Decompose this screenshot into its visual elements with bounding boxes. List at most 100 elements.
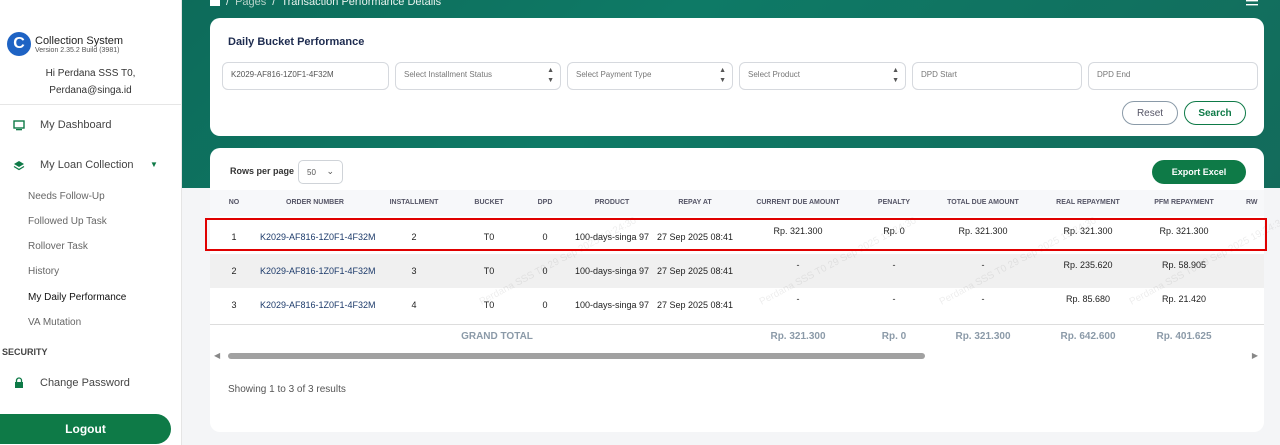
filter-card: Daily Bucket Performance K2029-AF816-1Z0… bbox=[210, 18, 1264, 136]
rows-per-page-label: Rows per page bbox=[230, 166, 295, 176]
spinner-arrows-icon: ▲ ▼ bbox=[892, 67, 899, 84]
select-placeholder: Select Product bbox=[748, 70, 801, 79]
payment-type-select[interactable]: Select Payment Type ▲ ▼ bbox=[567, 62, 733, 90]
cell-repay-at: 27 Sep 2025 08:41 bbox=[656, 266, 734, 276]
cell-penalty: - bbox=[892, 260, 896, 270]
pagination-summary: Showing 1 to 3 of 3 results bbox=[228, 384, 346, 395]
table-row[interactable]: 2 K2029-AF816-1Z0F1-4F32M 3 T0 0 100-day… bbox=[210, 254, 1264, 288]
sidebar-item-label: Change Password bbox=[40, 377, 130, 389]
column-header: PENALTY bbox=[877, 199, 911, 206]
sidebar-subitem-followed-up-task[interactable]: Followed Up Task bbox=[28, 216, 107, 227]
app-version: Version 2.35.2 Build (3981) bbox=[35, 47, 120, 54]
input-placeholder: DPD End bbox=[1097, 70, 1131, 79]
column-header: PFM REPAYMENT bbox=[1154, 199, 1214, 206]
dpd-start-input[interactable]: DPD Start bbox=[912, 62, 1082, 90]
grand-total-row: GRAND TOTAL Rp. 321.300 Rp. 0 Rp. 321.30… bbox=[210, 324, 1264, 348]
sidebar-item-loan-collection[interactable]: My Loan Collection ▼ bbox=[0, 159, 170, 171]
order-number-value: K2029-AF816-1Z0F1-4F32M bbox=[231, 70, 334, 79]
grand-total-current-due: Rp. 321.300 bbox=[770, 331, 826, 342]
sidebar-subitem-history[interactable]: History bbox=[28, 266, 59, 277]
breadcrumb-pages[interactable]: Pages bbox=[235, 0, 266, 8]
breadcrumb: / Pages / Transaction Performance Detail… bbox=[210, 0, 441, 8]
sidebar-subitem-needs-follow-up[interactable]: Needs Follow-Up bbox=[28, 191, 105, 202]
cell-penalty: - bbox=[892, 294, 896, 304]
cell-dpd: 0 bbox=[542, 300, 548, 310]
table-header: NO ORDER NUMBER INSTALLMENT BUCKET DPD P… bbox=[210, 190, 1264, 216]
search-button[interactable]: Search bbox=[1184, 101, 1246, 125]
breadcrumb-separator: / bbox=[226, 0, 230, 8]
sidebar-subitem-my-daily-performance[interactable]: My Daily Performance bbox=[28, 292, 126, 303]
reset-button[interactable]: Reset bbox=[1122, 101, 1178, 125]
sidebar-item-dashboard[interactable]: My Dashboard bbox=[0, 119, 112, 131]
cell-pfm-repayment: Rp. 58.905 bbox=[1161, 260, 1207, 270]
chevron-down-icon: ▼ bbox=[150, 160, 158, 169]
table-row[interactable]: 3 K2029-AF816-1Z0F1-4F32M 4 T0 0 100-day… bbox=[210, 288, 1264, 322]
cell-repay-at: 27 Sep 2025 08:41 bbox=[656, 300, 734, 310]
lock-icon bbox=[12, 377, 26, 389]
grand-total-penalty: Rp. 0 bbox=[881, 331, 907, 342]
app-logo-icon: C bbox=[7, 32, 31, 56]
breadcrumb-separator: / bbox=[272, 0, 276, 8]
cell-pfm-repayment: Rp. 21.420 bbox=[1161, 294, 1207, 304]
scroll-right-arrow-icon[interactable]: ▶ bbox=[1252, 351, 1258, 360]
dpd-end-input[interactable]: DPD End bbox=[1088, 62, 1258, 90]
sidebar-item-label: My Loan Collection bbox=[40, 159, 134, 171]
table-card: Rows per page 50 ⌄ Export Excel NO ORDER… bbox=[210, 148, 1280, 432]
layers-icon bbox=[12, 159, 26, 171]
security-section-title: SECURITY bbox=[2, 347, 48, 357]
rows-per-page-value: 50 bbox=[307, 167, 316, 177]
grand-total-pfm-repayment: Rp. 401.625 bbox=[1156, 331, 1212, 342]
cell-installment: 3 bbox=[411, 266, 417, 276]
grand-total-label: GRAND TOTAL bbox=[461, 331, 533, 342]
export-excel-button[interactable]: Export Excel bbox=[1152, 160, 1246, 184]
sidebar-subitem-rollover-task[interactable]: Rollover Task bbox=[28, 241, 88, 252]
cell-dpd: 0 bbox=[542, 266, 548, 276]
order-number-input[interactable]: K2029-AF816-1Z0F1-4F32M bbox=[222, 62, 389, 90]
cell-total-due: - bbox=[981, 260, 985, 270]
cell-installment: 4 bbox=[411, 300, 417, 310]
grand-total-real-repayment: Rp. 642.600 bbox=[1060, 331, 1116, 342]
rows-per-page-select[interactable]: 50 ⌄ bbox=[298, 160, 343, 184]
spinner-arrows-icon: ▲ ▼ bbox=[719, 67, 726, 84]
cell-order-number[interactable]: K2029-AF816-1Z0F1-4F32M bbox=[260, 300, 376, 310]
sidebar-item-label: My Dashboard bbox=[40, 119, 112, 131]
column-header: CURRENT DUE AMOUNT bbox=[756, 199, 840, 206]
sidebar-item-change-password[interactable]: Change Password bbox=[0, 377, 130, 389]
column-header: TOTAL DUE AMOUNT bbox=[947, 199, 1019, 206]
cell-bucket: T0 bbox=[483, 300, 495, 310]
user-email: Perdana@singa.id bbox=[49, 85, 132, 96]
cell-total-due: - bbox=[981, 294, 985, 304]
sidebar-divider bbox=[0, 104, 182, 105]
sidebar-subitem-va-mutation[interactable]: VA Mutation bbox=[28, 317, 81, 328]
sidebar: C Collection System Version 2.35.2 Build… bbox=[0, 0, 182, 445]
user-greeting: Hi Perdana SSS T0, bbox=[45, 68, 136, 79]
logout-button[interactable]: Logout bbox=[0, 414, 171, 444]
input-placeholder: DPD Start bbox=[921, 70, 958, 79]
column-header: ORDER NUMBER bbox=[286, 199, 344, 206]
select-placeholder: Select Installment Status bbox=[404, 70, 493, 79]
column-header: NO bbox=[228, 199, 240, 206]
cell-real-repayment: Rp. 235.620 bbox=[1063, 260, 1113, 270]
cell-no: 2 bbox=[231, 266, 237, 276]
product-select[interactable]: Select Product ▲ ▼ bbox=[739, 62, 906, 90]
highlight-box bbox=[205, 218, 1267, 251]
hamburger-menu-icon[interactable] bbox=[1246, 0, 1258, 8]
column-header: REAL REPAYMENT bbox=[1056, 199, 1120, 206]
scrollbar-thumb[interactable] bbox=[228, 353, 925, 359]
column-header: DPD bbox=[537, 199, 553, 206]
card-title: Daily Bucket Performance bbox=[228, 36, 365, 48]
horizontal-scrollbar[interactable]: ◀ ▶ bbox=[210, 350, 1264, 362]
cell-product: 100-days-singa 97 bbox=[574, 300, 650, 310]
installment-status-select[interactable]: Select Installment Status ▲ ▼ bbox=[395, 62, 561, 90]
grand-total-total-due: Rp. 321.300 bbox=[955, 331, 1011, 342]
scroll-left-arrow-icon[interactable]: ◀ bbox=[214, 351, 220, 360]
column-header: RW bbox=[1246, 199, 1258, 206]
cell-current-due: - bbox=[796, 294, 800, 304]
column-header: INSTALLMENT bbox=[389, 199, 439, 206]
spinner-arrows-icon: ▲ ▼ bbox=[547, 67, 554, 84]
home-icon[interactable] bbox=[210, 0, 220, 6]
chevron-down-icon: ⌄ bbox=[326, 166, 334, 176]
cell-order-number[interactable]: K2029-AF816-1Z0F1-4F32M bbox=[260, 266, 376, 276]
cell-real-repayment: Rp. 85.680 bbox=[1065, 294, 1111, 304]
select-placeholder: Select Payment Type bbox=[576, 70, 652, 79]
